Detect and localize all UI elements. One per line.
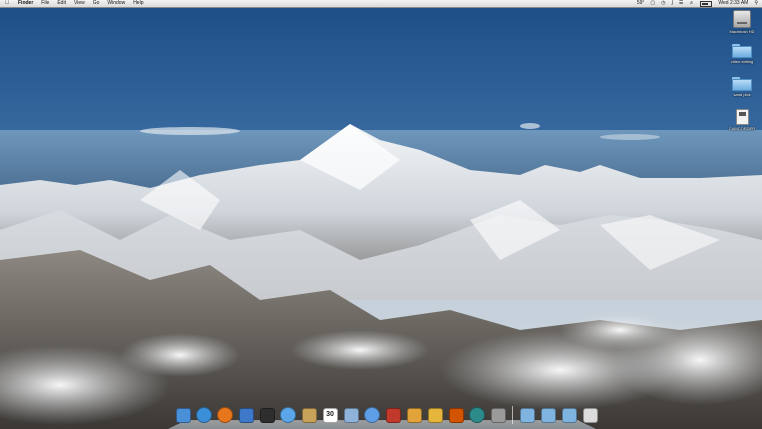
dock-item-garageband[interactable] bbox=[426, 406, 444, 424]
menu-finder[interactable]: Finder bbox=[14, 0, 37, 7]
dock-item-imovie[interactable] bbox=[405, 406, 423, 424]
garageband-icon bbox=[427, 407, 443, 423]
dock: 30 bbox=[168, 402, 599, 429]
dock-items: 30 bbox=[174, 406, 599, 424]
menu-go[interactable]: Go bbox=[89, 0, 104, 7]
desktop-icon-label: sand pics bbox=[733, 92, 751, 97]
desktop-icon-label: CAMCORDER bbox=[728, 126, 756, 131]
dock-item-system-preferences[interactable] bbox=[489, 406, 507, 424]
battery-icon[interactable] bbox=[700, 1, 713, 7]
iphoto-icon bbox=[343, 407, 359, 423]
sd-card-icon bbox=[735, 109, 749, 125]
ical-date-label: 30 bbox=[326, 411, 334, 418]
photo-booth-icon bbox=[259, 407, 275, 423]
dock-item-documents-stack[interactable] bbox=[539, 406, 557, 424]
finder-icon bbox=[175, 407, 191, 423]
folder-icon bbox=[540, 407, 556, 423]
dock-item-safari[interactable] bbox=[195, 406, 213, 424]
folder-icon bbox=[732, 77, 752, 91]
preview-icon bbox=[238, 407, 254, 423]
ichat-icon bbox=[280, 407, 296, 423]
menu-edit[interactable]: Edit bbox=[53, 0, 70, 7]
hard-drive-icon bbox=[733, 10, 751, 28]
safari-icon bbox=[196, 407, 212, 423]
apple-menu-icon[interactable]:  bbox=[4, 0, 10, 7]
menu-file[interactable]: File bbox=[37, 0, 53, 7]
desktop-icon-camcorder[interactable]: CAMCORDER bbox=[722, 109, 762, 131]
desktop-icon-label: video editing bbox=[730, 59, 754, 64]
dock-item-preview[interactable] bbox=[237, 406, 255, 424]
dock-item-time-machine[interactable] bbox=[468, 406, 486, 424]
menu-bar:  Finder File Edit View Go Window Help 5… bbox=[0, 0, 762, 8]
folder-icon bbox=[561, 407, 577, 423]
itunes-icon bbox=[364, 407, 380, 423]
bluetooth-icon[interactable]: ∫ bbox=[672, 0, 673, 7]
menu-view[interactable]: View bbox=[70, 0, 89, 7]
menu-status-area: 59° ▢ ◷ ∫ ☰ ♬ Wed 2:33 AM ⚲ bbox=[637, 0, 758, 7]
dock-separator bbox=[512, 406, 513, 424]
volume-icon[interactable]: ♬ bbox=[689, 0, 694, 7]
dock-item-photo-app[interactable] bbox=[384, 406, 402, 424]
time-machine-menu-icon[interactable]: ◷ bbox=[661, 0, 665, 7]
desktop-icon-macintosh-hd[interactable]: Macintosh HD bbox=[722, 10, 762, 34]
dock-item-ichat[interactable] bbox=[279, 406, 297, 424]
temperature-readout[interactable]: 59° bbox=[637, 0, 645, 7]
ical-icon: 30 bbox=[322, 407, 338, 423]
dock-item-firefox[interactable] bbox=[216, 406, 234, 424]
dock-item-iphoto[interactable] bbox=[342, 406, 360, 424]
dock-item-finder[interactable] bbox=[174, 406, 192, 424]
desktop-icon-video-editing[interactable]: video editing bbox=[722, 44, 762, 64]
folder-icon bbox=[732, 44, 752, 58]
dock-item-guitar-app[interactable] bbox=[447, 406, 465, 424]
menu-window[interactable]: Window bbox=[103, 0, 129, 7]
dock-item-applications-stack[interactable] bbox=[518, 406, 536, 424]
desktop-wallpaper bbox=[0, 0, 762, 429]
photo-app-icon bbox=[385, 407, 401, 423]
folder-icon bbox=[519, 407, 535, 423]
clock[interactable]: Wed 2:33 AM bbox=[718, 0, 748, 7]
display-icon[interactable]: ▢ bbox=[650, 0, 655, 7]
address-book-icon bbox=[301, 407, 317, 423]
dock-item-photo-booth[interactable] bbox=[258, 406, 276, 424]
spotlight-search-icon[interactable]: ⚲ bbox=[754, 0, 758, 7]
dock-item-trash[interactable] bbox=[581, 406, 599, 424]
desktop-icon-sand-pics[interactable]: sand pics bbox=[722, 77, 762, 97]
wifi-icon[interactable]: ☰ bbox=[679, 0, 683, 7]
time-machine-icon bbox=[469, 407, 485, 423]
trash-icon bbox=[582, 407, 598, 423]
dock-item-itunes[interactable] bbox=[363, 406, 381, 424]
dock-item-address-book[interactable] bbox=[300, 406, 318, 424]
firefox-icon bbox=[217, 407, 233, 423]
desktop-icon-label: Macintosh HD bbox=[729, 29, 755, 34]
guitar-icon bbox=[448, 407, 464, 423]
menu-help[interactable]: Help bbox=[129, 0, 147, 7]
dock-item-downloads-stack[interactable] bbox=[560, 406, 578, 424]
imovie-icon bbox=[406, 407, 422, 423]
gear-icon bbox=[490, 407, 506, 423]
dock-item-ical[interactable]: 30 bbox=[321, 406, 339, 424]
